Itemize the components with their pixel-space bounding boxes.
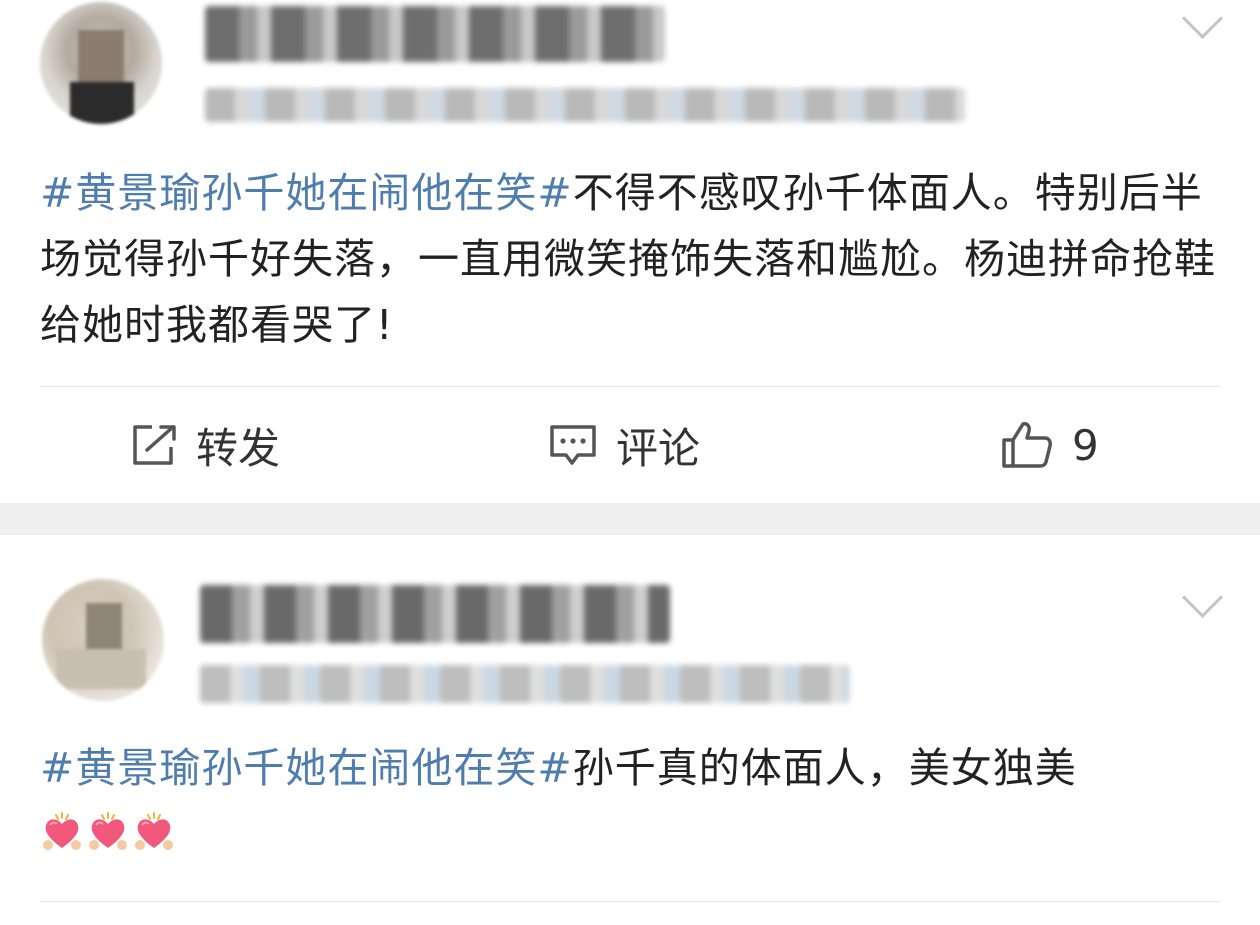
divider xyxy=(40,386,1220,387)
heart-hands-emoji xyxy=(135,812,173,850)
emoji-row xyxy=(40,810,178,858)
repost-label: 转发 xyxy=(196,423,281,473)
comment-icon xyxy=(548,423,598,467)
blurred-post-meta xyxy=(205,88,965,122)
like-button[interactable]: 9 xyxy=(1000,410,1099,480)
user-avatar[interactable] xyxy=(42,579,164,701)
blurred-post-meta xyxy=(200,665,850,703)
heart-hands-emoji xyxy=(89,812,127,850)
hashtag-link[interactable]: #黄景瑜孙千她在闹他在笑# xyxy=(40,169,573,217)
chevron-down-icon[interactable] xyxy=(1181,0,1224,40)
comment-button[interactable]: 评论 xyxy=(548,410,700,480)
like-count: 9 xyxy=(1072,420,1099,470)
heart-hands-emoji xyxy=(43,812,81,850)
comment-label: 评论 xyxy=(616,423,701,473)
blurred-username[interactable] xyxy=(200,585,670,643)
divider xyxy=(40,901,1220,902)
repost-button[interactable]: 转发 xyxy=(130,410,280,480)
weibo-post: #黄景瑜孙千她在闹他在笑#孙千真的体面人，美女独美 xyxy=(0,535,1260,925)
weibo-post: #黄景瑜孙千她在闹他在笑#不得不感叹孙千体面人。特别后半场觉得孙千好失落，一直用… xyxy=(0,0,1260,503)
thumbs-up-icon xyxy=(1000,420,1054,470)
user-avatar[interactable] xyxy=(40,2,162,124)
hashtag-link[interactable]: #黄景瑜孙千她在闹他在笑# xyxy=(40,744,573,792)
blurred-username[interactable] xyxy=(205,6,665,62)
repost-icon xyxy=(130,423,178,467)
post-body: 孙千真的体面人，美女独美 xyxy=(572,744,1077,792)
post-separator xyxy=(0,503,1260,535)
post-text: #黄景瑜孙千她在闹他在笑#不得不感叹孙千体面人。特别后半场觉得孙千好失落，一直用… xyxy=(40,160,1220,358)
post-text: #黄景瑜孙千她在闹他在笑#孙千真的体面人，美女独美 xyxy=(40,735,1220,867)
